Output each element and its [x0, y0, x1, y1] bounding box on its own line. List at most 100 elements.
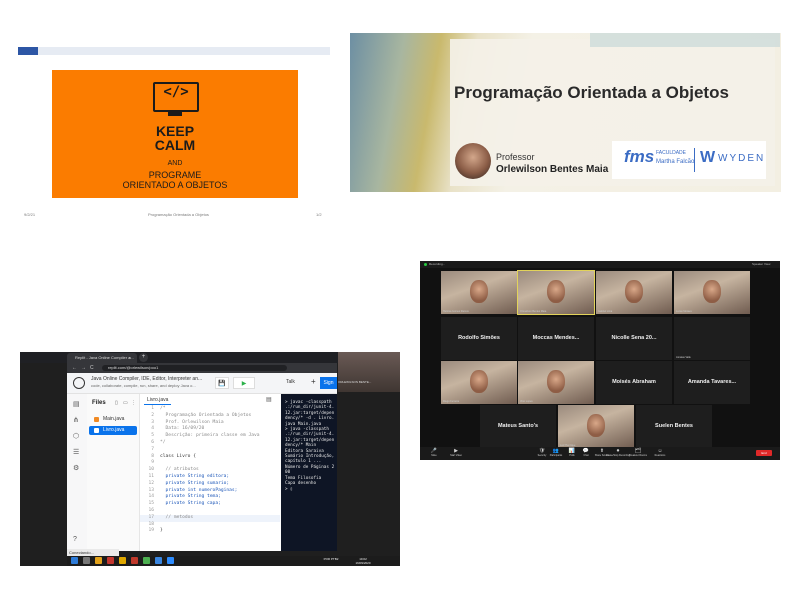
participant-video	[702, 279, 722, 304]
more-icon[interactable]: ⋮	[131, 400, 136, 406]
new-tab-button[interactable]: +	[139, 353, 148, 362]
participant-tile[interactable]: Mateus Santo's	[480, 405, 556, 448]
packages-icon[interactable]: ⬡	[73, 432, 79, 440]
code-editor[interactable]: Livro.java ▤ 1 /* 2 Programação Orientada …	[140, 394, 280, 551]
app-icon-dark-red[interactable]	[131, 557, 138, 564]
clock[interactable]: 19:02 16/09/2020	[349, 557, 377, 565]
settings-gear-icon[interactable]: ⚙	[73, 464, 79, 472]
code-line[interactable]: 5 Descrição: primeira classe em Java	[140, 433, 280, 440]
start-icon[interactable]	[71, 557, 78, 564]
zoom-toolbar-item[interactable]: 🗂 Breakout Rooms	[626, 448, 650, 457]
code-line[interactable]: 12 private String sumario;	[140, 481, 280, 488]
participant-tile[interactable]: Lucas Moraes	[674, 271, 750, 314]
participant-caption: Gabriel Lima	[598, 310, 613, 313]
save-icon[interactable]: 💾	[215, 377, 229, 389]
participant-tile[interactable]: Moisés Abraham	[596, 361, 672, 404]
code-line[interactable]: 7	[140, 447, 280, 454]
replit-header: Java Online Compiler, IDE, Editor, Inter…	[67, 373, 337, 394]
participant-tile[interactable]: Jonatas Valle	[674, 317, 750, 360]
participant-tile[interactable]: Amanda Tavares...	[674, 361, 750, 404]
search-icon[interactable]	[83, 557, 90, 564]
line-number: 15	[148, 501, 154, 507]
file-item-livro[interactable]: Livro.java	[89, 426, 137, 435]
address-bar[interactable]: replit.com/@orlewilson/poo1	[102, 365, 287, 371]
repl-avatar-icon[interactable]	[73, 377, 85, 389]
participant-tile[interactable]: Nicolle Sena 20...	[596, 317, 672, 360]
code-line[interactable]: 11 private String editora;	[140, 474, 280, 481]
participant-tile[interactable]: Moccas Mendes...	[518, 317, 594, 360]
code-icon: </>	[163, 84, 189, 100]
run-button[interactable]: ▶	[233, 377, 255, 389]
chrome-icon[interactable]	[119, 557, 126, 564]
tray-language[interactable]: POR PTB2	[319, 557, 343, 561]
spotify-icon[interactable]	[143, 557, 150, 564]
logo-divider	[694, 148, 695, 172]
reload-icon[interactable]: C	[90, 363, 94, 373]
explorer-icon[interactable]	[95, 557, 102, 564]
replit-sidebar-rail: ▤ ⋔ ⬡ ☰ ⚙ ?	[67, 394, 88, 551]
new-file-icon[interactable]: ▯	[115, 400, 118, 406]
repl-title[interactable]: Java Online Compiler, IDE, Editor, Inter…	[91, 376, 202, 382]
participant-tile[interactable]: Gabriel Lima	[596, 271, 672, 314]
code-line[interactable]: 17 // metodos	[140, 514, 280, 522]
speaker-view-button[interactable]: Speaker View	[752, 262, 770, 266]
participant-caption: Lucas Moraes	[676, 310, 692, 313]
keep-calm-slide: </> KEEP CALM AND PROGRAME ORIENTADO A O…	[18, 44, 330, 220]
forward-icon[interactable]: →	[81, 363, 86, 373]
keep-calm-poster: </> KEEP CALM AND PROGRAME ORIENTADO A O…	[52, 70, 298, 198]
line-number: 19	[148, 528, 154, 534]
add-icon[interactable]: +	[311, 377, 316, 386]
course-title-slide: Programação Orientada a Objetos Professo…	[350, 33, 781, 192]
code-line[interactable]: 1 /*	[140, 406, 280, 413]
participant-tile[interactable]: Rodolfo Simões	[441, 317, 517, 360]
database-icon[interactable]: ☰	[73, 448, 79, 456]
app-icon-red[interactable]	[107, 557, 114, 564]
fms-logo: fms	[624, 147, 655, 166]
code-line[interactable]: 19}	[140, 528, 280, 535]
editor-menu-icon[interactable]: ▤	[266, 396, 272, 403]
tab-close-icon[interactable]: ×	[129, 353, 131, 363]
back-icon[interactable]: ←	[72, 363, 77, 373]
help-icon[interactable]: ?	[73, 536, 77, 543]
editor-tab-livro[interactable]: Livro.java	[144, 396, 172, 405]
talk-button[interactable]: Talk	[286, 379, 295, 385]
participant-caption: Vitor Lopes	[520, 400, 533, 403]
file-item-main[interactable]: Main.java	[89, 415, 137, 424]
fms-name-label: Martha Falcão	[656, 159, 695, 165]
code-text: */	[160, 439, 166, 445]
zoom-icon[interactable]	[167, 557, 174, 564]
keep-label: KEEP	[155, 123, 195, 139]
participant-video	[546, 369, 566, 394]
line-number: 10	[148, 467, 154, 473]
zoom-toolbar-item[interactable]: ▶ Start Video	[444, 448, 468, 457]
zoom-toolbar-item[interactable]: ☺ Reactions	[648, 448, 672, 457]
code-line[interactable]: 10 // atributos	[140, 467, 280, 474]
participant-tile[interactable]: Luiz Henrique	[558, 405, 634, 448]
app-icon-blue[interactable]	[155, 557, 162, 564]
zoom-toolbar-label: Breakout Rooms	[629, 454, 647, 457]
participant-tile[interactable]: Heloisa Gomes Ramos	[441, 271, 517, 314]
new-folder-icon[interactable]: ▭	[123, 400, 128, 406]
code-line[interactable]: 6 */	[140, 440, 280, 447]
code-line[interactable]: 15 private String capa;	[140, 501, 280, 508]
code-line[interactable]: 16	[140, 508, 280, 515]
zoom-toolbar-label: Reactions	[654, 454, 666, 457]
zoom-toolbar-item[interactable]: 🎤 Mute	[422, 448, 446, 457]
participant-name: Amanda Tavares...	[687, 379, 737, 386]
browser-tab-replit[interactable]: Replit - Java Online Compiler a...	[67, 353, 137, 363]
code-line[interactable]: 8 class Livro {	[140, 454, 280, 461]
end-meeting-button[interactable]: End	[756, 450, 772, 456]
participant-tile[interactable]: Vitor Lopes	[518, 361, 594, 404]
recording-label[interactable]: Recording...	[429, 262, 445, 266]
share-icon[interactable]: ⋔	[73, 416, 79, 424]
participant-video	[546, 279, 566, 304]
code-area[interactable]: 1 /* 2 Programação Orientada a Objetos 3 Pr…	[140, 406, 280, 535]
participant-tile[interactable]: Orlewilson Bentes Maia	[517, 270, 595, 315]
code-line[interactable]: 2 Programação Orientada a Objetos	[140, 413, 280, 420]
console-panel[interactable]: > javac -classpath .:/run_dir/junit-4.12…	[281, 394, 337, 551]
line-number: 11	[148, 473, 154, 479]
participant-tile[interactable]: Suelen Bentes	[636, 405, 712, 448]
sign-up-button[interactable]: Sign	[320, 377, 337, 389]
participant-tile[interactable]: Diego Ferreira	[441, 361, 517, 404]
files-icon[interactable]: ▤	[73, 400, 80, 408]
